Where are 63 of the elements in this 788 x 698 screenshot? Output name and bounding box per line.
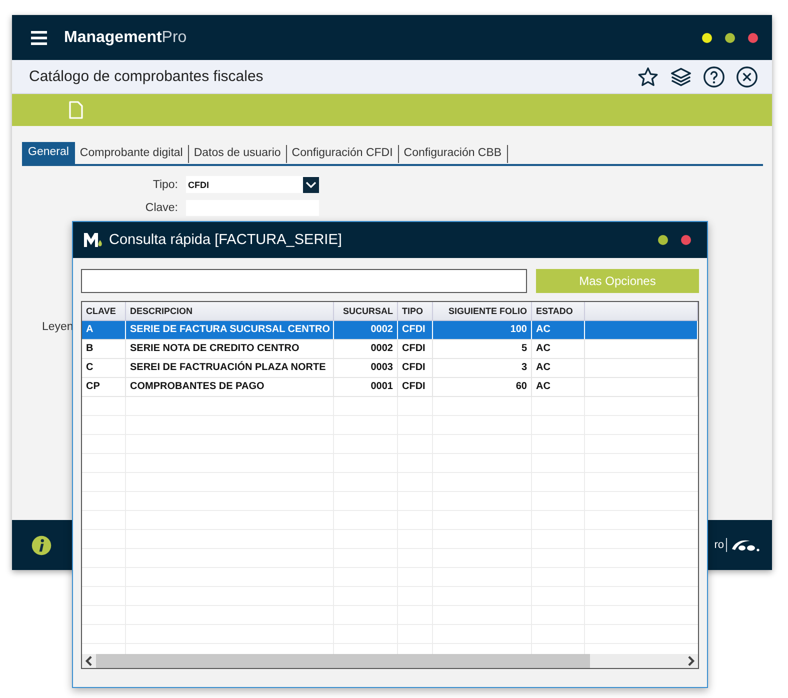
- table-cell: 0002: [334, 321, 398, 339]
- table-cell: B: [82, 340, 126, 358]
- field-label: Tipo:: [152, 178, 178, 190]
- table-cell: C: [82, 359, 126, 377]
- page-title: Catálogo de comprobantes fiscales: [29, 68, 264, 85]
- minimize-button[interactable]: [702, 32, 712, 42]
- tab[interactable]: Configuración CFDI: [286, 145, 399, 163]
- column-header[interactable]: CLAVE: [82, 302, 126, 320]
- field-label: Clave:: [144, 202, 178, 214]
- tab[interactable]: Comprobante digital: [74, 145, 189, 163]
- table-cell: SERIE DE FACTURA SUCURSAL CENTRO: [126, 321, 334, 339]
- tab[interactable]: Datos de usuario: [188, 145, 287, 163]
- table-cell: CFDI: [398, 378, 433, 396]
- table-row[interactable]: B SERIE NOTA DE CREDITO CENTRO 0002 CFDI 5 AC: [82, 340, 698, 359]
- table-cell: 60: [433, 378, 532, 396]
- column-header[interactable]: TIPO: [398, 302, 433, 320]
- footer-text: ro: [714, 539, 724, 551]
- table-cell: AC: [532, 321, 585, 339]
- table-cell: 0003: [334, 359, 398, 377]
- table-cell: AC: [532, 378, 585, 396]
- table-row[interactable]: CP COMPROBANTES DE PAGO 0001 CFDI 60 AC: [82, 378, 698, 397]
- close-button[interactable]: [681, 235, 691, 245]
- close-button[interactable]: [748, 32, 758, 42]
- table-cell: SERIE NOTA DE CREDITO CENTRO: [126, 340, 334, 358]
- table-cell: 0001: [334, 378, 398, 396]
- column-header[interactable]: DESCRIPCION: [126, 302, 334, 320]
- table-row[interactable]: C SEREI DE FACTRUACIÓN PLAZA NORTE 0003 CFDI 3 AC: [82, 359, 698, 378]
- table-cell: 0002: [334, 340, 398, 358]
- type-dropdown[interactable]: CFDI: [186, 176, 319, 193]
- layers-icon[interactable]: [670, 66, 692, 88]
- table-row[interactable]: A SERIE DE FACTURA SUCURSAL CENTRO 0002 CFDI 100 AC: [82, 321, 698, 340]
- table-cell: AC: [532, 359, 585, 377]
- tab[interactable]: General: [22, 142, 75, 164]
- close-icon[interactable]: [736, 66, 758, 88]
- maximize-button[interactable]: [725, 32, 735, 42]
- table-cell: A: [82, 321, 126, 339]
- table-cell: CFDI: [398, 359, 433, 377]
- menu-icon[interactable]: [31, 30, 47, 44]
- search-field[interactable]: [81, 269, 527, 293]
- info-icon[interactable]: [31, 534, 52, 556]
- table-cell: SEREI DE FACTRUACIÓN PLAZA NORTE: [126, 359, 334, 377]
- table-cell: CFDI: [398, 340, 433, 358]
- app-logo-icon: [83, 232, 103, 248]
- table-cell: COMPROBANTES DE PAGO: [126, 378, 334, 396]
- tab[interactable]: Configuración CBB: [398, 145, 508, 163]
- app-name: ManagementPro: [64, 28, 187, 46]
- field-label: Leyen: [42, 321, 74, 333]
- table-cell: 100: [433, 321, 532, 339]
- table-cell: CFDI: [398, 321, 433, 339]
- column-header[interactable]: ESTADO: [532, 302, 585, 320]
- caret-icon: [303, 176, 319, 192]
- horizontal-scrollbar[interactable]: [82, 654, 698, 668]
- maximize-button[interactable]: [658, 235, 668, 245]
- scrollbar-thumb[interactable]: [96, 654, 590, 668]
- star-icon[interactable]: [637, 66, 659, 88]
- dialog-title: Consulta rápida [FACTURA_SERIE]: [109, 232, 342, 248]
- help-icon[interactable]: [703, 66, 725, 88]
- column-header[interactable]: SIGUIENTE FOLIO: [433, 302, 532, 320]
- table-cell: 3: [433, 359, 532, 377]
- column-header[interactable]: SUCURSAL: [334, 302, 398, 320]
- table-cell: AC: [532, 340, 585, 358]
- table-cell: 5: [433, 340, 532, 358]
- table-cell: CP: [82, 378, 126, 396]
